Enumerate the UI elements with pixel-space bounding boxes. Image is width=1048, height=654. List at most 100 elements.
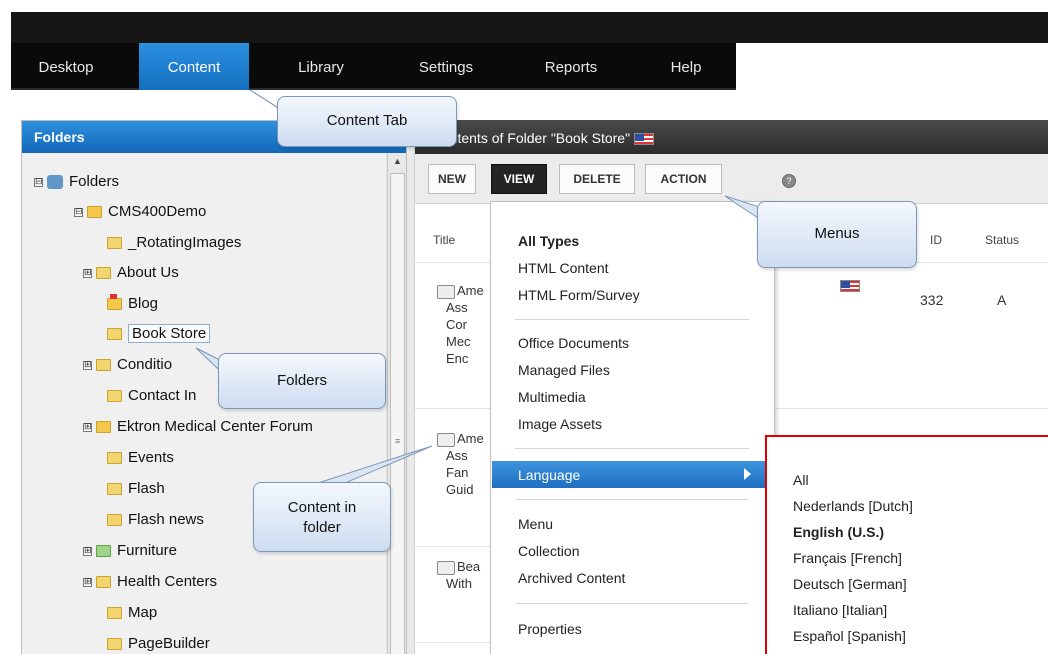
tree-item-contact-info[interactable]: Contact In bbox=[107, 385, 196, 407]
menu-item-office-documents[interactable]: Office Documents bbox=[518, 333, 629, 353]
menu-item-collection[interactable]: Collection bbox=[518, 541, 579, 561]
language-item-spanish[interactable]: Español [Spanish] bbox=[793, 626, 906, 646]
tree-item-folders-root[interactable]: ⊟ Folders bbox=[34, 171, 119, 193]
tree-item-label: PageBuilder bbox=[128, 635, 210, 652]
us-flag-icon bbox=[840, 280, 860, 292]
scrollbar-thumb[interactable]: ≡ bbox=[390, 173, 405, 654]
callout-text-line: folder bbox=[303, 519, 341, 536]
tree-item-conditions[interactable]: ⊞ Conditio bbox=[83, 354, 172, 376]
tree-item-label: About Us bbox=[117, 264, 179, 281]
expand-icon[interactable]: ⊞ bbox=[83, 577, 92, 587]
menu-item-html-form-survey[interactable]: HTML Form/Survey bbox=[518, 285, 640, 305]
tree-item-label: Map bbox=[128, 604, 158, 621]
tree-item-blog[interactable]: Blog bbox=[107, 293, 158, 315]
content-title-line: Bea bbox=[457, 559, 481, 574]
folder-icon bbox=[96, 267, 111, 280]
menu-item-html-content[interactable]: HTML Content bbox=[518, 258, 609, 278]
scroll-up-arrow-icon[interactable]: ▲ bbox=[393, 156, 402, 166]
tree-item-rotating-images[interactable]: _RotatingImages bbox=[107, 232, 241, 254]
folder-tree-scrollbar[interactable]: ▲ ≡ bbox=[387, 153, 406, 654]
new-menu-button[interactable]: NEW bbox=[428, 164, 476, 194]
content-row[interactable]: Bea With bbox=[437, 558, 480, 592]
delete-menu-button[interactable]: DELETE bbox=[559, 164, 635, 194]
expand-icon[interactable]: ⊞ bbox=[83, 422, 92, 432]
content-title-line: With bbox=[446, 576, 472, 591]
main-nav: Desktop Content Library Settings Reports… bbox=[11, 43, 736, 90]
content-row[interactable]: Ame Ass Cor Mec Enc bbox=[437, 282, 484, 367]
content-title-line: Ass bbox=[446, 448, 468, 463]
tree-item-events[interactable]: Events bbox=[107, 447, 174, 469]
tab-settings[interactable]: Settings bbox=[401, 43, 491, 90]
tree-item-furniture[interactable]: ⊞ Furniture bbox=[83, 540, 177, 562]
tab-content[interactable]: Content bbox=[139, 43, 249, 90]
blog-folder-icon bbox=[107, 294, 122, 311]
tree-item-pagebuilder[interactable]: PageBuilder bbox=[107, 633, 210, 654]
tree-item-ektron-forum[interactable]: ⊞ Ektron Medical Center Forum bbox=[83, 416, 313, 438]
tab-help[interactable]: Help bbox=[656, 43, 716, 90]
content-title-line: Guid bbox=[446, 482, 474, 497]
callout-text-line: Content in bbox=[287, 499, 357, 516]
column-header-title[interactable]: Title bbox=[433, 233, 455, 247]
callout-content-tab: Content Tab bbox=[277, 96, 457, 147]
collapse-icon[interactable]: ⊟ bbox=[34, 177, 43, 187]
language-item-italian[interactable]: Italiano [Italian] bbox=[793, 600, 887, 620]
menu-item-menu[interactable]: Menu bbox=[518, 514, 553, 534]
menu-item-managed-files[interactable]: Managed Files bbox=[518, 360, 610, 380]
folder-icon bbox=[107, 638, 122, 651]
menu-item-all-types[interactable]: All Types bbox=[518, 231, 579, 251]
collapse-icon[interactable]: ⊟ bbox=[74, 207, 83, 217]
html-content-icon bbox=[437, 284, 455, 299]
callout-folders: Folders bbox=[218, 353, 386, 409]
tree-item-label: Furniture bbox=[117, 542, 178, 559]
language-item-all[interactable]: All bbox=[793, 470, 809, 490]
language-submenu: All Nederlands [Dutch] English (U.S.) Fr… bbox=[765, 435, 1048, 654]
tree-item-label: Folders bbox=[69, 173, 120, 190]
panel-splitter[interactable] bbox=[407, 120, 415, 654]
language-item-german[interactable]: Deutsch [German] bbox=[793, 574, 907, 594]
content-status: A bbox=[997, 292, 1007, 308]
tree-item-map[interactable]: Map bbox=[107, 602, 157, 624]
language-item-english[interactable]: English (U.S.) bbox=[793, 522, 884, 542]
tree-item-label: _RotatingImages bbox=[128, 234, 242, 251]
content-title-line: Cor bbox=[446, 317, 467, 332]
tree-item-health-centers[interactable]: ⊞ Health Centers bbox=[83, 571, 217, 593]
content-title-line: Ass bbox=[446, 300, 468, 315]
menu-item-archived-content[interactable]: Archived Content bbox=[518, 568, 625, 588]
view-menu-button[interactable]: VIEW bbox=[491, 164, 547, 194]
tree-item-flash[interactable]: Flash bbox=[107, 478, 165, 500]
expand-icon[interactable]: ⊞ bbox=[83, 268, 92, 278]
menu-item-multimedia[interactable]: Multimedia bbox=[518, 387, 586, 407]
folder-icon bbox=[107, 328, 122, 341]
tab-desktop[interactable]: Desktop bbox=[21, 43, 111, 90]
callout-content-in-folder: Content in folder bbox=[253, 482, 391, 552]
tree-item-about-us[interactable]: ⊞ About Us bbox=[83, 262, 179, 284]
view-dropdown-menu: All Types HTML Content HTML Form/Survey … bbox=[490, 201, 775, 654]
tree-item-book-store[interactable]: Book Store bbox=[107, 323, 211, 345]
help-icon[interactable]: ? bbox=[782, 174, 796, 188]
html-content-icon bbox=[437, 432, 455, 447]
expand-icon[interactable]: ⊞ bbox=[83, 546, 92, 556]
top-bar bbox=[11, 12, 1048, 43]
tab-reports[interactable]: Reports bbox=[526, 43, 616, 90]
language-item-french[interactable]: Français [French] bbox=[793, 548, 902, 568]
action-menu-button[interactable]: ACTION bbox=[645, 164, 722, 194]
menu-separator bbox=[515, 499, 749, 500]
tab-library[interactable]: Library bbox=[281, 43, 361, 90]
column-header-id[interactable]: ID bbox=[930, 233, 942, 247]
expand-icon[interactable]: ⊞ bbox=[83, 360, 92, 370]
tree-item-label: Book Store bbox=[128, 324, 211, 343]
tree-item-label: Contact In bbox=[128, 387, 197, 404]
folder-icon bbox=[96, 576, 111, 589]
menu-item-image-assets[interactable]: Image Assets bbox=[518, 414, 602, 434]
content-title-line: Ame bbox=[457, 431, 484, 446]
html-content-icon bbox=[437, 560, 455, 575]
menu-item-properties[interactable]: Properties bbox=[518, 619, 582, 639]
content-row[interactable]: Ame Ass Fan Guid bbox=[437, 430, 484, 498]
tree-item-flash-news[interactable]: Flash news bbox=[107, 509, 204, 531]
language-item-dutch[interactable]: Nederlands [Dutch] bbox=[793, 496, 913, 516]
tree-item-cms400demo[interactable]: ⊟ CMS400Demo bbox=[74, 201, 206, 223]
tree-item-label: Flash bbox=[128, 480, 165, 497]
home-folder-icon bbox=[47, 175, 63, 190]
column-header-status[interactable]: Status bbox=[985, 233, 1019, 247]
menu-item-language[interactable]: Language bbox=[492, 461, 774, 488]
